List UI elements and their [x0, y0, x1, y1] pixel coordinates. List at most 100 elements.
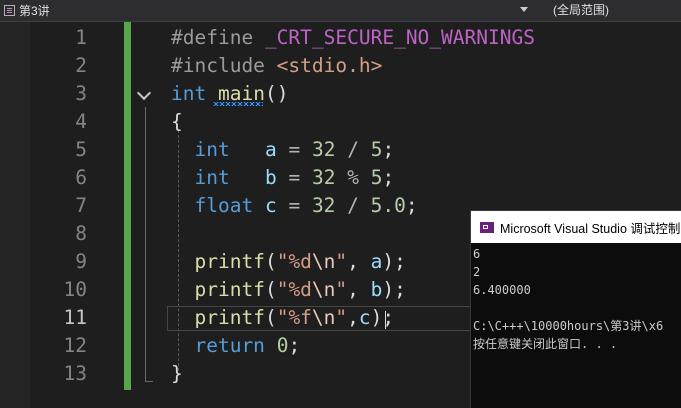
code-line: 1 #define _CRT_SECURE_NO_WARNINGS [30, 24, 681, 52]
close-brace: } [171, 362, 183, 385]
number-literal: 5 [370, 166, 383, 189]
line-number: 1 [75, 26, 87, 49]
semicolon: ; [405, 194, 418, 217]
open-paren: ( [264, 306, 277, 329]
code-line: 4 { [30, 108, 681, 136]
line-code: printf("%d\n", a); [171, 248, 406, 276]
operator: = [288, 138, 301, 161]
number-literal: 32 [311, 166, 336, 189]
preprocessor-directive: #include [171, 54, 265, 77]
open-paren: ( [264, 278, 277, 301]
return-keyword: return [194, 334, 265, 357]
code-line: 5 int a = 32 / 5; [30, 136, 681, 164]
line-number: 9 [75, 250, 87, 273]
line-number: 5 [75, 138, 87, 161]
line-number: 3 [75, 82, 87, 105]
line-code: float c = 32 / 5.0; [171, 192, 418, 220]
format-specifier: %d [288, 278, 312, 301]
line-number: 6 [75, 166, 87, 189]
console-output: 6 2 6.400000 C:\C+++\10000hours\第3讲\x6 按… [473, 245, 681, 405]
debug-console-window[interactable]: Microsoft Visual Studio 调试控制 6 2 6.40000… [470, 210, 681, 408]
comma: , [347, 250, 359, 273]
format-specifier: %d [288, 250, 312, 273]
line-code: printf("%f\n",c); [171, 304, 394, 332]
number-literal: 5 [370, 138, 383, 161]
project-dropdown[interactable]: 第3讲 [0, 0, 538, 21]
type-keyword: int [171, 82, 207, 105]
operator: / [347, 194, 359, 217]
number-literal: 32 [311, 138, 336, 161]
editor-margin [0, 22, 30, 408]
number-literal: 5.0 [370, 194, 406, 217]
string-quote: " [276, 278, 289, 301]
operator: = [288, 194, 301, 217]
dropdown-arrow-icon [520, 7, 528, 12]
punctuation: () [264, 82, 289, 105]
line-number: 12 [63, 334, 87, 357]
variable-name: b [264, 166, 277, 189]
operator: / [347, 138, 359, 161]
semicolon: ; [382, 166, 395, 189]
semicolon: ; [288, 334, 301, 357]
console-line: 6 [473, 247, 481, 261]
string-quote: " [276, 306, 289, 329]
code-line: 6 int b = 32 % 5; [30, 164, 681, 192]
close-paren: ); [370, 306, 395, 329]
variable-name: a [264, 138, 277, 161]
close-paren: ); [382, 278, 406, 301]
code-line: 2 #include <stdio.h> [30, 52, 681, 80]
function-call: printf [194, 250, 265, 273]
format-specifier: %f [288, 306, 312, 329]
escape-sequence: \n [311, 250, 336, 273]
argument: a [370, 250, 383, 273]
line-number: 7 [75, 194, 87, 217]
line-code: } [171, 360, 183, 388]
preprocessor-directive: #define [171, 26, 254, 49]
escape-sequence: \n [311, 306, 336, 329]
type-keyword: int [194, 166, 230, 189]
variable-name: c [264, 194, 277, 217]
comma: , [347, 278, 359, 301]
line-code: int main() [171, 80, 288, 108]
line-code: #define _CRT_SECURE_NO_WARNINGS [171, 24, 535, 52]
text-caret [385, 311, 386, 329]
code-line: 3 int main() [30, 80, 681, 108]
close-paren: ); [382, 250, 406, 273]
console-line: 按任意键关闭此窗口. . . [473, 337, 618, 351]
line-code: printf("%d\n", b); [171, 276, 406, 304]
open-brace: { [171, 110, 183, 133]
line-code: int b = 32 % 5; [171, 164, 394, 192]
line-code: { [171, 108, 183, 136]
number-literal: 0 [276, 334, 289, 357]
line-number: 10 [63, 278, 87, 301]
line-code: return 0; [171, 332, 300, 360]
console-app-icon [480, 221, 494, 233]
number-literal: 32 [311, 194, 336, 217]
console-title-bar[interactable]: Microsoft Visual Studio 调试控制 [471, 211, 681, 243]
line-number: 4 [75, 110, 87, 133]
semicolon: ; [382, 138, 395, 161]
operator: % [347, 166, 359, 189]
macro-name: _CRT_SECURE_NO_WARNINGS [264, 26, 535, 49]
line-number: 8 [75, 222, 87, 245]
navigation-bar: 第3讲 (全局范围) [0, 0, 681, 22]
line-number: 13 [63, 362, 87, 385]
string-quote: " [276, 250, 289, 273]
argument: c [358, 306, 371, 329]
argument: b [370, 278, 383, 301]
open-paren: ( [264, 250, 277, 273]
escape-sequence: \n [311, 278, 336, 301]
scope-dropdown[interactable]: (全局范围) [553, 0, 609, 21]
type-keyword: float [194, 194, 254, 217]
include-header: <stdio.h> [276, 54, 383, 77]
project-name: 第3讲 [19, 4, 50, 18]
line-number: 11 [63, 306, 87, 329]
string-quote: " [335, 250, 348, 273]
type-keyword: int [194, 138, 230, 161]
function-name: main [217, 82, 265, 105]
line-number: 2 [75, 54, 87, 77]
function-call: printf [194, 278, 265, 301]
comma: , [347, 306, 359, 329]
string-quote: " [335, 278, 348, 301]
console-line: 6.400000 [473, 283, 531, 297]
